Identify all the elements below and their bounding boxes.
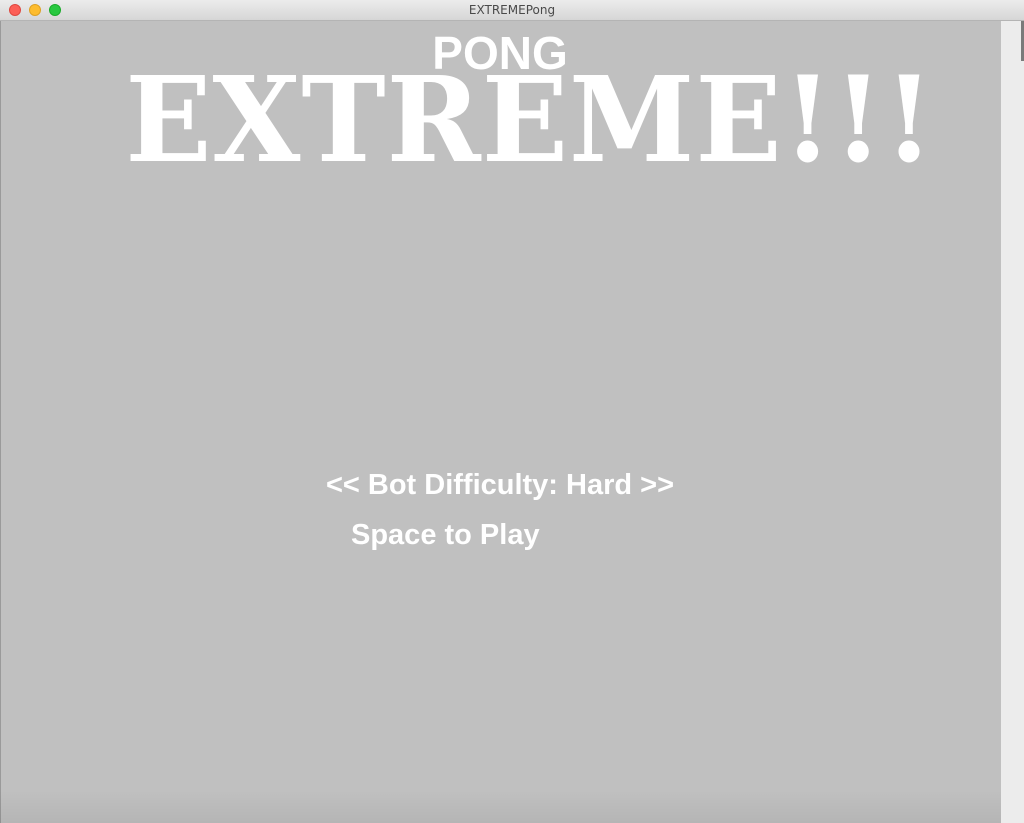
- bottom-shade: [0, 790, 1001, 823]
- difficulty-selector[interactable]: << Bot Difficulty: Hard >>: [300, 467, 700, 503]
- game-title-large: EXTREME!!!: [125, 50, 935, 189]
- game-window: EXTREMEPong PONG EXTREME!!! << Bot Diffi…: [0, 0, 1024, 823]
- window-title: EXTREMEPong: [468, 3, 556, 17]
- play-prompt: Space to Play: [351, 519, 540, 551]
- title-bar[interactable]: EXTREMEPong: [0, 0, 1024, 21]
- window-edge: [1001, 21, 1024, 823]
